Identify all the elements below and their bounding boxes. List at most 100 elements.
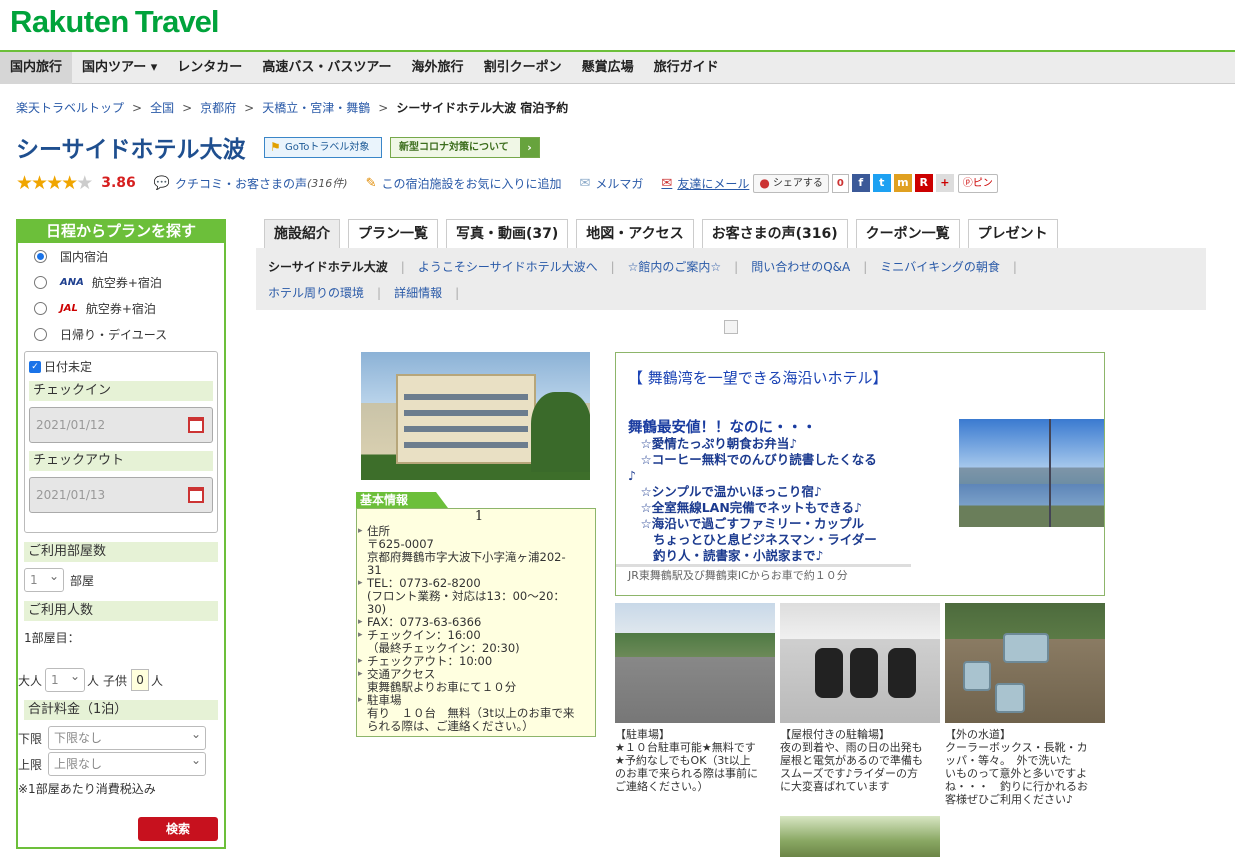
min-price-select[interactable]: 下限なし (48, 723, 206, 750)
content-tabs: 施設紹介 プラン一覧 写真・動画(37) 地図・アクセス お客さまの声(316) クーポン… (264, 219, 1066, 248)
tab-item[interactable]: クーポン一覧 (855, 219, 960, 248)
rating-stars: ★★★★★ (16, 172, 93, 194)
mailmag-link[interactable]: ✉ メルマガ (580, 175, 644, 192)
share-count: 0 (831, 173, 849, 193)
child-input[interactable]: 0 (131, 669, 150, 691)
hotel-building-photo[interactable] (361, 352, 590, 480)
checkin-input[interactable]: 2021/01/12 (29, 407, 213, 443)
sidebar-title: 日程からプランを探す (18, 219, 224, 243)
broken-image-icon (724, 320, 738, 334)
plan-type-option[interactable]: 日帰り・デイユース (18, 321, 224, 347)
radio-button[interactable] (34, 249, 47, 263)
subnav-link[interactable]: ミニバイキングの朝食 (880, 254, 1000, 280)
goto-travel-badge[interactable]: ⚑ GoToトラベル対象 (264, 137, 382, 158)
nav-item[interactable]: 懸賞広場 (572, 52, 644, 84)
jal-logo-icon: JAL (60, 302, 78, 314)
tab-item[interactable]: プレゼント (967, 219, 1058, 248)
mail-friend-label: 友達にメール (677, 176, 750, 191)
nav-item[interactable]: 旅行ガイド (644, 52, 729, 84)
bike-parking-photo[interactable] (780, 603, 940, 723)
tab-item[interactable]: プラン一覧 (348, 219, 438, 248)
plan-type-option[interactable]: 国内宿泊 (18, 243, 224, 269)
plan-type-label: 国内宿泊 (60, 249, 109, 264)
parking-photo[interactable] (615, 603, 775, 723)
rooms-select[interactable]: 1 (24, 565, 64, 592)
gallery-caption: 【外の水道】 クーラーボックス・長靴・カ ッパ・等々。 外で洗いた いものって意… (945, 728, 1088, 806)
people-icon: ● (759, 175, 770, 190)
subnav-link[interactable]: 問い合わせのQ&A (751, 254, 850, 280)
gallery-caption: 【駐車場】 ★１０台駐車可能★無料です ★予約なしでもOK（3t以上 のお車で来… (615, 728, 758, 793)
nav-item[interactable]: 高速バス・バスツアー (252, 52, 401, 84)
breadcrumb-separator: > (132, 101, 143, 115)
date-undecided-checkbox[interactable]: ✓ 日付未定 (29, 358, 213, 375)
subnav-divider: | (455, 286, 460, 300)
min-label: 下限 (18, 731, 43, 746)
nav-item[interactable]: 海外旅行 (402, 52, 474, 84)
rakuten-travel-logo[interactable]: Rakuten Travel (10, 4, 220, 40)
garden-photo[interactable] (780, 816, 940, 857)
pinterest-button[interactable]: ⓟピン (957, 173, 998, 193)
chevron-right-icon: › (520, 138, 539, 157)
subnav-link[interactable]: ☆館内のご案内☆ (628, 254, 722, 280)
bay-view-photo[interactable] (959, 419, 1104, 527)
flag-icon: ⚑ (270, 140, 281, 154)
social-share-icon[interactable]: R (914, 174, 933, 192)
global-nav: 国内旅行 国内ツアー ▾ レンタカー 高速バス・バスツアー 海外旅行 割引クーポン 懸賞広場… (0, 52, 1235, 84)
subnav-divider: | (734, 260, 739, 274)
plan-type-option[interactable]: ANA 航空券+宿泊 (18, 269, 224, 295)
people-label: ご利用人数 (24, 601, 218, 621)
subnav-link[interactable]: シーサイドホテル大波 (268, 254, 388, 280)
subnav-link[interactable]: ようこそシーサイドホテル大波へ (418, 254, 598, 280)
price-section: 合計料金（1泊） 下限下限なし 上限上限なし ※1部屋あたり消費税込み (18, 700, 218, 797)
nav-item[interactable]: 国内旅行 (0, 52, 73, 84)
subnav-divider: | (1012, 260, 1017, 274)
plan-type-option[interactable]: JAL 航空券+宿泊 (18, 295, 224, 321)
checkout-input[interactable]: 2021/01/13 (29, 477, 213, 513)
radio-button[interactable] (34, 327, 47, 341)
breadcrumb-separator: > (244, 101, 255, 115)
subnav-link[interactable]: ホテル周りの環境 (268, 280, 364, 306)
breadcrumb-link[interactable]: 楽天トラベルトップ (16, 101, 124, 115)
social-share-icon[interactable]: m (893, 174, 912, 192)
child-unit: 人 (151, 673, 164, 688)
plan-type-label: 日帰り・デイユース (60, 327, 168, 342)
date-undecided-label: 日付未定 (44, 360, 93, 374)
search-button[interactable]: 検索 (138, 817, 218, 841)
adult-select[interactable]: 1 (45, 665, 86, 692)
social-share-icon[interactable]: t (872, 174, 891, 192)
subnav-link[interactable]: 詳細情報 (394, 280, 442, 306)
social-icons: f t m R + (849, 174, 954, 192)
nav-item[interactable]: 国内ツアー ▾ (72, 52, 167, 84)
covid-badge-label: 新型コロナ対策について (399, 142, 509, 153)
mail-friend-link[interactable]: ✉ 友達にメール (661, 175, 749, 192)
share-button[interactable]: ● シェアする (753, 173, 829, 193)
reviews-link[interactable]: 💬 クチコミ・お客さまの声 (316件) (154, 175, 348, 192)
rooms-unit: 部屋 (70, 573, 95, 588)
radio-button[interactable] (34, 275, 47, 289)
share-label: シェアする (772, 177, 823, 189)
tab-item[interactable]: お客さまの声(316) (701, 219, 848, 248)
calendar-icon[interactable] (188, 417, 204, 433)
favorite-link[interactable]: ✎ この宿泊施設をお気に入りに追加 (366, 175, 562, 192)
star-icon: ★ (46, 172, 63, 194)
calendar-icon[interactable] (188, 487, 204, 503)
radio-button[interactable] (34, 301, 47, 315)
max-price-select[interactable]: 上限なし (48, 749, 206, 776)
rooms-label: ご利用部屋数 (24, 542, 218, 562)
child-label: 子供 (103, 673, 128, 688)
social-share-icon[interactable]: f (851, 174, 870, 192)
people-section: ご利用人数 1部屋目： 大人 1 人 子供 0 人 (18, 601, 218, 692)
nav-item[interactable]: レンタカー (167, 52, 252, 84)
breadcrumb-link[interactable]: 天橋立・宮津・舞鶴 (262, 101, 370, 115)
tab-item[interactable]: 地図・アクセス (576, 219, 694, 248)
hotel-name: シーサイドホテル大波 (16, 137, 246, 163)
logo-travel: Travel (134, 4, 220, 39)
tab-item[interactable]: 施設紹介 (264, 219, 340, 248)
water-tap-photo[interactable] (945, 603, 1105, 723)
nav-item[interactable]: 割引クーポン (474, 52, 572, 84)
social-share-icon[interactable]: + (935, 174, 954, 192)
tab-item[interactable]: 写真・動画(37) (446, 219, 569, 248)
covid-measures-button[interactable]: 新型コロナ対策について › (390, 137, 540, 158)
breadcrumb-link[interactable]: 全国 (150, 101, 174, 115)
breadcrumb-link[interactable]: 京都府 (200, 101, 236, 115)
